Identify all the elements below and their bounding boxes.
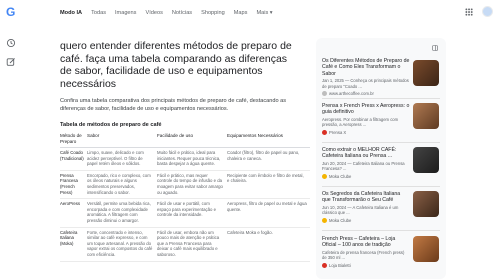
source-thumbnail[interactable]: [413, 60, 439, 86]
header-ease: Facilidade de uso: [157, 132, 227, 148]
source-snippet: Jan 1, 2025 — Conheça os principais méto…: [322, 78, 409, 89]
header-equipment: Equipamentos Necessários: [227, 132, 310, 148]
source-card[interactable]: Os Segredos da Cafeteira Italiana que Tr…: [322, 191, 410, 223]
divider: [322, 230, 440, 231]
cell-ease: Muito fácil e prático, ideal para inicia…: [157, 147, 227, 171]
divider: [322, 186, 440, 187]
cell-flavor: Encorpado, rico e complexo, com os óleos…: [87, 170, 157, 200]
source-thumbnail[interactable]: [413, 191, 439, 217]
tab-maps[interactable]: Maps: [234, 10, 248, 16]
history-icon[interactable]: [6, 38, 16, 48]
header-flavor: Sabor: [87, 132, 157, 148]
cell-flavor: Limpo, suave, delicado e com acidez perc…: [87, 147, 157, 171]
tab-news[interactable]: Notícias: [172, 10, 192, 16]
cell-method: Café Coado (Tradicional): [60, 147, 87, 171]
cell-method: Prensa Francesa (French Press): [60, 170, 87, 200]
tab-all[interactable]: Todas: [91, 10, 106, 16]
cell-equipment: Aeropress, filtro de papel ou metal e ág…: [227, 198, 310, 228]
apps-grid-icon[interactable]: [465, 8, 473, 16]
source-title[interactable]: Os Diferentes Métodos de Preparo de Café…: [322, 58, 410, 77]
source-thumbnail[interactable]: [413, 236, 439, 262]
user-question: quero entender diferentes métodos de pre…: [60, 40, 292, 90]
tab-shopping[interactable]: Shopping: [201, 10, 225, 16]
table-row: Café Coado (Tradicional) Limpo, suave, d…: [60, 147, 310, 171]
source-card[interactable]: Como extrair o MELHOR CAFÉ: Cafeteira It…: [322, 147, 410, 179]
table-row: Prensa Francesa (French Press) Encorpado…: [60, 170, 310, 200]
tab-videos[interactable]: Vídeos: [145, 10, 162, 16]
comparison-table: Método de Preparo Sabor Facilidade de us…: [60, 132, 310, 262]
source-title[interactable]: French Press – Cafeteira – Loja Oficial …: [322, 236, 410, 249]
new-chat-icon[interactable]: [6, 57, 16, 67]
cell-ease: Fácil de usar, embora não um pouco mais …: [157, 227, 227, 262]
google-logo[interactable]: G: [6, 6, 18, 18]
cell-equipment: Cafeteira Moka e fogão.: [227, 227, 310, 262]
cell-method: Cafeteira Italiana (Moka): [60, 227, 87, 262]
source-site: www.arthecoffee.com.br: [329, 91, 374, 97]
source-snippet: Jun 20, 2024 — Cafeteira Italiana ou Pre…: [322, 160, 405, 172]
table-title: Tabela de métodos de preparo de café: [60, 122, 162, 128]
source-snippet: Jun 10, 2024 — A Cafeteira Italiana é um…: [322, 204, 399, 216]
source-site: Moka Clube: [329, 173, 352, 179]
source-card[interactable]: French Press – Cafeteira – Loja Oficial …: [322, 236, 410, 268]
cell-flavor: Forte, concentrado e intenso, similar ao…: [87, 227, 157, 262]
cell-equipment: Recipiente com êmbolo e filtro de metal,…: [227, 170, 310, 200]
source-thumbnail[interactable]: [413, 103, 439, 129]
avatar[interactable]: [482, 6, 493, 17]
cell-flavor: Versátil, permite uma bebida rica, encor…: [87, 198, 157, 228]
cell-equipment: Coador (filtro), filtro de papel ou pano…: [227, 147, 310, 171]
site-favicon-icon: [322, 217, 327, 223]
tab-more[interactable]: Mais ▾: [256, 10, 272, 16]
source-title[interactable]: Os Segredos da Cafeteira Italiana que Tr…: [322, 191, 410, 204]
source-site: Prensa X: [329, 129, 347, 135]
table-header-row: Método de Preparo Sabor Facilidade de us…: [60, 132, 310, 148]
panel-options-icon[interactable]: [432, 45, 438, 51]
site-favicon-icon: [322, 173, 327, 179]
site-favicon-icon: [322, 91, 327, 97]
source-title[interactable]: Prensa x French Press x Aeropress: o gui…: [322, 103, 410, 116]
divider: [322, 98, 440, 99]
site-favicon-icon: [322, 262, 327, 268]
cell-ease: Fácil e prático, mas requer controle do …: [157, 170, 227, 200]
divider: [322, 142, 440, 143]
source-snippet: Cafeteira de prensa francesa (French pre…: [322, 249, 405, 261]
top-bar: G Modo IA Todas Imagens Vídeos Notícias …: [0, 0, 500, 28]
answer-intro: Confira uma tabela comparativa dos princ…: [60, 98, 287, 112]
table-row: Cafeteira Italiana (Moka) Forte, concent…: [60, 227, 310, 262]
source-card[interactable]: Os Diferentes Métodos de Preparo de Café…: [322, 58, 410, 97]
search-tabs: Modo IA Todas Imagens Vídeos Notícias Sh…: [60, 10, 273, 16]
site-favicon-icon: [322, 129, 327, 135]
cell-method: AeroPress: [60, 198, 87, 228]
cell-ease: Fácil de usar e portátil, com espaço par…: [157, 198, 227, 228]
source-snippet: Aeropress. Por combinar a filtragem com …: [322, 116, 399, 128]
source-thumbnail[interactable]: [413, 147, 439, 173]
source-site: Moka Clube: [329, 217, 352, 223]
table-row: AeroPress Versátil, permite uma bebida r…: [60, 198, 310, 228]
source-title[interactable]: Como extrair o MELHOR CAFÉ: Cafeteira It…: [322, 147, 410, 160]
tab-images[interactable]: Imagens: [115, 10, 136, 16]
tab-ai-mode[interactable]: Modo IA: [60, 10, 82, 16]
header-method: Método de Preparo: [60, 132, 87, 148]
source-site: Loja Bialetti: [329, 262, 351, 268]
source-card[interactable]: Prensa x French Press x Aeropress: o gui…: [322, 103, 410, 135]
